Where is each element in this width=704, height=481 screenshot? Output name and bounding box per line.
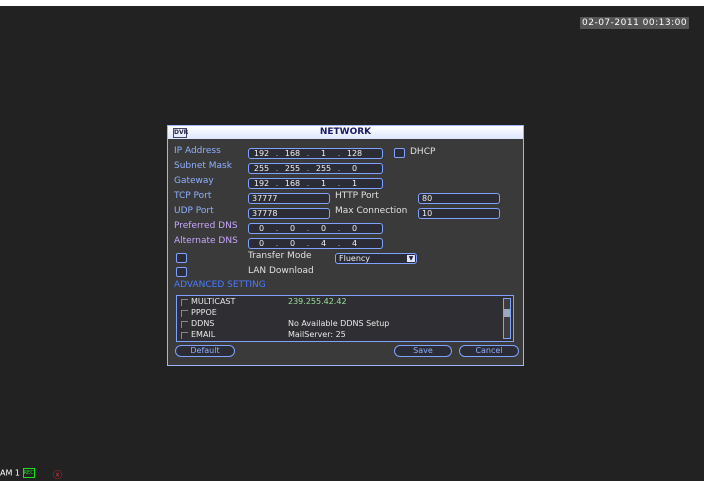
ip-octet-1[interactable]: 192 [249, 149, 274, 158]
alternate-dns-label: Alternate DNS [174, 236, 238, 246]
max-connection-value: 10 [422, 209, 433, 218]
save-button[interactable]: Save [394, 345, 452, 357]
gateway-field[interactable]: 192. 168. 1. 1 [248, 178, 383, 189]
gateway-octet-4[interactable]: 1 [342, 179, 367, 188]
ip-address-label: IP Address [174, 146, 221, 156]
row-marker-icon [181, 332, 188, 339]
row-marker-icon [181, 310, 188, 317]
transfer-mode-value: Fluency [339, 254, 371, 263]
chevron-down-icon[interactable]: ▼ [407, 255, 415, 262]
list-item-value: MailServer: 25 [288, 330, 346, 339]
preferred-dns-label: Preferred DNS [174, 221, 238, 231]
max-connection-label: Max Connection [335, 206, 408, 216]
subnet-octet-4[interactable]: 0 [342, 164, 367, 173]
advanced-setting-heading: ADVANCED SETTING [174, 280, 266, 290]
alarm-indicator-icon: ⓧ [53, 471, 63, 481]
list-item[interactable]: EMAIL MailServer: 25 [181, 330, 501, 340]
dhcp-label: DHCP [410, 147, 436, 157]
list-item[interactable]: MULTICAST 239.255.42.42 [181, 297, 501, 307]
record-indicator-icon: REC [22, 468, 35, 478]
subnet-octet-2[interactable]: 255 [280, 164, 305, 173]
subnet-mask-label: Subnet Mask [174, 161, 232, 171]
status-bar: AM 1 REC ⓧ [0, 468, 62, 481]
transfer-mode-label: Transfer Mode [248, 251, 312, 261]
adns-octet-3[interactable]: 4 [311, 239, 336, 248]
advanced-settings-list[interactable]: MULTICAST 239.255.42.42 PPPOE DDNS No Av… [176, 295, 514, 342]
gateway-label: Gateway [174, 176, 214, 186]
list-scrollbar[interactable] [503, 298, 511, 339]
transfer-mode-select[interactable]: Fluency ▼ [335, 253, 417, 264]
status-prefix: AM 1 [0, 468, 21, 478]
row-marker-icon [181, 321, 188, 328]
default-button[interactable]: Default [175, 345, 235, 357]
dialog-titlebar: DVR NETWORK [168, 126, 523, 139]
ip-octet-2[interactable]: 168 [280, 149, 305, 158]
list-item-name: EMAIL [191, 330, 216, 339]
list-item-name: MULTICAST [191, 297, 236, 306]
cancel-button[interactable]: Cancel [459, 345, 519, 357]
network-dialog: DVR NETWORK IP Address 192. 168. 1. 128 … [167, 125, 524, 366]
top-bar [0, 0, 704, 6]
transfer-mode-checkbox[interactable] [176, 253, 187, 263]
pdns-octet-1[interactable]: 0 [249, 224, 274, 233]
timestamp: 02-07-2011 00:13:00 [580, 17, 690, 29]
list-item-name: PPPOE [191, 308, 217, 317]
tcp-port-label: TCP Port [174, 191, 212, 201]
subnet-mask-field[interactable]: 255. 255. 255. 0 [248, 163, 383, 174]
list-item[interactable]: PPPOE [181, 308, 501, 318]
udp-port-label: UDP Port [174, 206, 214, 216]
list-item-value: No Available DDNS Setup [288, 319, 390, 328]
logo-icon: DVR [173, 128, 189, 138]
ip-address-field[interactable]: 192. 168. 1. 128 [248, 148, 383, 159]
preferred-dns-field[interactable]: 0. 0. 0. 0 [248, 223, 383, 234]
dhcp-checkbox[interactable] [394, 148, 405, 158]
udp-port-value: 37778 [252, 209, 278, 218]
http-port-field[interactable]: 80 [418, 193, 500, 204]
gateway-octet-2[interactable]: 168 [280, 179, 305, 188]
tcp-port-value: 37777 [252, 194, 278, 203]
list-item-name: DDNS [191, 319, 215, 328]
lan-download-checkbox[interactable] [176, 267, 187, 277]
http-port-value: 80 [422, 194, 433, 203]
list-item-value: 239.255.42.42 [288, 297, 347, 306]
dialog-title: NETWORK [319, 127, 372, 137]
max-connection-field[interactable]: 10 [418, 208, 500, 219]
pdns-octet-4[interactable]: 0 [342, 224, 367, 233]
tcp-port-field[interactable]: 37777 [248, 193, 330, 204]
subnet-octet-3[interactable]: 255 [311, 164, 336, 173]
row-marker-icon [181, 299, 188, 306]
ip-octet-3[interactable]: 1 [311, 149, 336, 158]
subnet-octet-1[interactable]: 255 [249, 164, 274, 173]
adns-octet-4[interactable]: 4 [342, 239, 367, 248]
alternate-dns-field[interactable]: 0. 0. 4. 4 [248, 238, 383, 249]
list-item[interactable]: DDNS No Available DDNS Setup [181, 319, 501, 329]
ip-octet-4[interactable]: 128 [342, 149, 367, 158]
adns-octet-2[interactable]: 0 [280, 239, 305, 248]
adns-octet-1[interactable]: 0 [249, 239, 274, 248]
gateway-octet-3[interactable]: 1 [311, 179, 336, 188]
lan-download-label: LAN Download [248, 266, 314, 276]
pdns-octet-2[interactable]: 0 [280, 224, 305, 233]
http-port-label: HTTP Port [335, 191, 379, 201]
scrollbar-thumb[interactable] [504, 309, 510, 317]
udp-port-field[interactable]: 37778 [248, 208, 330, 219]
pdns-octet-3[interactable]: 0 [311, 224, 336, 233]
gateway-octet-1[interactable]: 192 [249, 179, 274, 188]
